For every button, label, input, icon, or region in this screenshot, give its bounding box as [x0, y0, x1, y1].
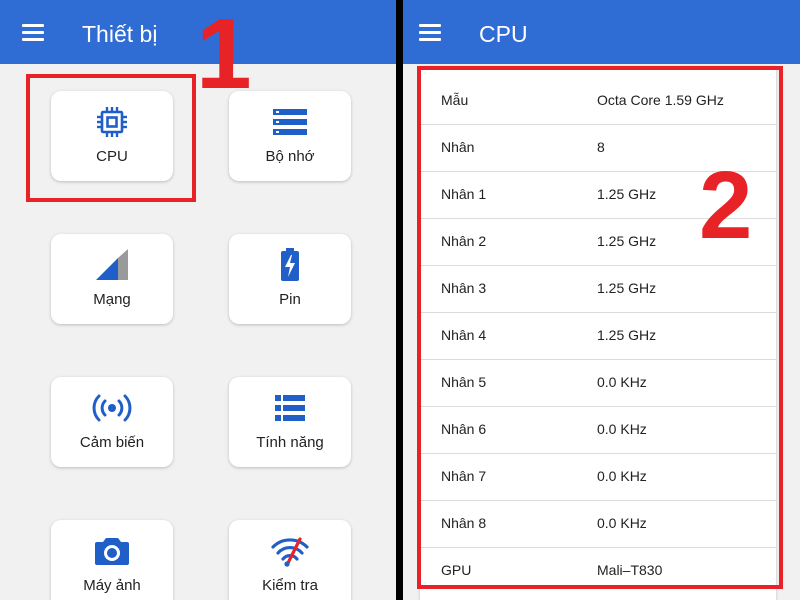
cpu-tile-highlight	[26, 74, 196, 202]
tile-label-sensors: Cảm biến	[79, 434, 145, 451]
cpu-screen: CPU Mẫu Octa Core 1.59 GHz Nhân 8 Nhân 1…	[403, 0, 800, 600]
menu-icon[interactable]	[419, 21, 443, 43]
tile-label-features: Tính năng	[256, 434, 324, 451]
tile-battery[interactable]: Pin	[229, 234, 351, 324]
tile-label-memory: Bộ nhớ	[265, 148, 315, 165]
app-bar: CPU	[403, 0, 800, 64]
page-title: Thiết bị	[82, 21, 158, 47]
tile-network[interactable]: Mạng	[51, 234, 173, 324]
step-number-2: 2	[699, 152, 753, 259]
memory-icon	[273, 109, 307, 135]
cpu-info-highlight	[417, 66, 783, 589]
menu-icon[interactable]	[22, 21, 46, 43]
tile-label-test: Kiểm tra	[262, 577, 318, 594]
battery-icon	[281, 248, 299, 281]
tile-camera[interactable]: Máy ảnh	[51, 520, 173, 600]
tile-label-battery: Pin	[279, 291, 301, 308]
wifi-check-icon	[271, 537, 309, 567]
camera-icon	[95, 538, 129, 565]
tile-label-camera: Máy ảnh	[83, 577, 141, 594]
step-number-1: 1	[196, 0, 252, 110]
tile-features[interactable]: Tính năng	[229, 377, 351, 467]
tile-label-network: Mạng	[93, 291, 131, 308]
signal-icon	[96, 249, 128, 280]
tile-test[interactable]: Kiểm tra	[229, 520, 351, 600]
device-screen: Thiết bị CPU Bộ nhớ Mạng Pin Cảm biến Tí…	[0, 0, 396, 600]
features-list-icon	[275, 395, 305, 421]
page-title: CPU	[479, 21, 528, 47]
sensor-icon	[92, 394, 132, 422]
tile-sensors[interactable]: Cảm biến	[51, 377, 173, 467]
